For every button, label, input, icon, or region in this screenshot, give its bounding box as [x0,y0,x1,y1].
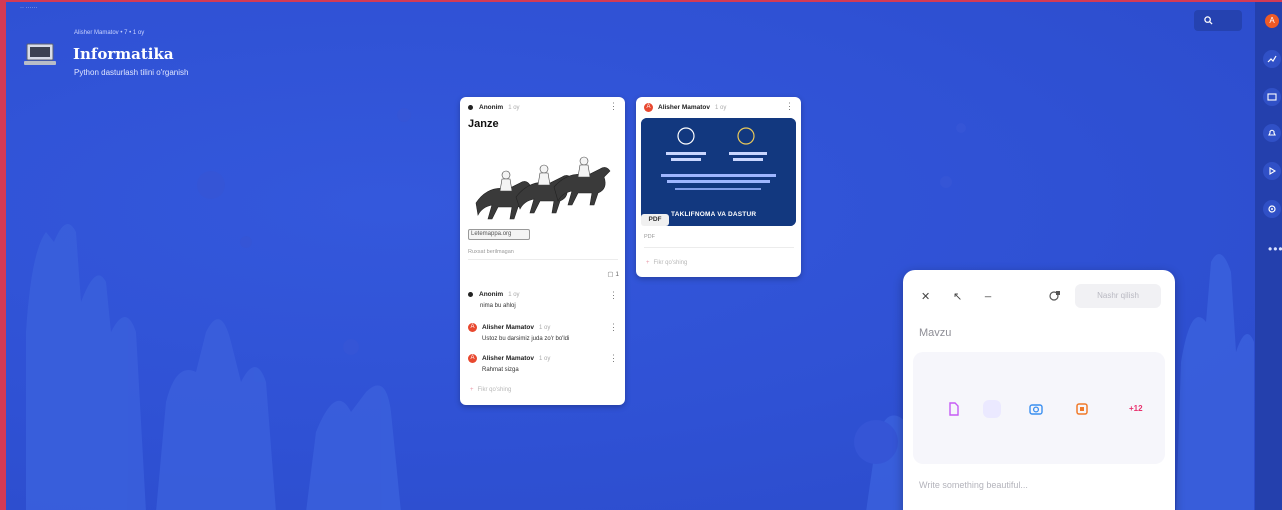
anonymous-avatar [468,292,473,297]
right-sidebar [1255,2,1282,510]
post-title: Janze [468,118,499,130]
horse-race-image[interactable] [468,145,618,225]
pdf-badge: PDF [641,214,669,226]
divider [468,259,618,260]
link-icon [1076,403,1088,415]
schedule-icon [1049,291,1060,301]
post-time: 1 oy [508,104,520,111]
user-avatar: A [468,323,477,332]
more-attachments-button[interactable]: +12 [1129,404,1143,413]
document-icon [949,402,959,416]
page-title: Informatika [73,45,174,63]
sidebar-play-button[interactable] [1263,162,1281,180]
publish-button[interactable]: Nashr qilish [1075,284,1161,308]
add-comment-placeholder: Fikr qo'shing [653,260,688,266]
comment-count-value: 1 [615,271,619,278]
padlet-board: ·· ······ Alisher Mamatov • 7 • 1 oy Inf… [0,0,1282,510]
post-menu-icon[interactable]: ⋮ [609,102,618,111]
attach-link-button[interactable] [1073,400,1091,418]
comment-menu-icon[interactable]: ⋮ [609,354,618,363]
add-comment-input[interactable]: + Fikr qo'shing [646,260,687,266]
post-author-row: Anonim 1 oy [468,104,520,111]
sidebar-trend-button[interactable] [1263,50,1281,68]
post-composer: ✕ ↖ _ Nashr qilish Mavzu +12 Write somet… [903,270,1175,510]
comment-menu-icon[interactable]: ⋮ [609,291,618,300]
close-icon[interactable]: ✕ [921,290,930,303]
comment-author: Alisher Mamatov [482,355,535,362]
slideshow-icon [1267,93,1277,101]
pdf-caption: PDF [644,234,655,240]
more-options-icon[interactable]: ••• [1268,242,1282,256]
user-avatar: A [468,354,477,363]
comment-text: Rahmat sizga [482,367,519,373]
comment-row: A Alisher Mamatov 1 oy [468,354,550,363]
comment-text: nima bu ahloj [480,303,516,309]
comment-author: Alisher Mamatov [482,324,535,331]
anonymous-avatar [468,105,473,110]
comment-row: A Alisher Mamatov 1 oy [468,323,550,332]
comment-row: Anonim 1 oy [468,291,520,298]
post-time: 1 oy [715,104,727,111]
attachment-panel: +12 [913,352,1165,464]
comment-time: 1 oy [508,291,520,298]
attach-document-button[interactable] [945,400,963,418]
user-avatar: A [644,103,653,112]
pdf-banner-text: TAKLIFNOMA VA DASTUR [671,211,757,218]
add-comment-placeholder: Fikr qo'shing [477,387,512,393]
page-subtitle: Python dasturlash tilini o'rganish [74,68,189,77]
comment-count[interactable]: ▢ 1 [607,270,619,278]
pdf-preview-image[interactable] [641,118,796,226]
window-label: ·· ······ [20,5,38,11]
attach-upload-button[interactable] [983,400,1001,418]
add-comment-input[interactable]: + Fikr qo'shing [470,387,511,393]
camera-icon [1029,404,1043,415]
comment-text: Ustoz bu darsimiz juda zo'r bo'ldi [482,336,570,342]
settings-icon[interactable] [1049,290,1061,305]
breadcrumb[interactable]: Alisher Mamatov • 7 • 1 oy [74,30,144,36]
search-icon [1204,16,1213,25]
laptop-icon [24,43,56,65]
plus-icon: + [646,260,650,266]
post-author: Alisher Mamatov [658,104,711,111]
post-card-janze[interactable]: Anonim 1 oy ⋮ Janze Letemappa.org Ruxsat… [460,97,625,405]
search-button[interactable] [1194,10,1242,31]
comment-menu-icon[interactable]: ⋮ [609,323,618,332]
comment-author: Anonim [479,291,504,298]
plus-icon: + [470,387,474,393]
attach-camera-button[interactable] [1027,400,1045,418]
post-author: Anonim [479,104,504,111]
comment-time: 1 oy [539,355,551,362]
pdf-cover-art [641,118,796,226]
expand-icon[interactable]: ↖ [953,290,962,303]
gear-icon [1268,205,1276,213]
play-icon [1269,167,1277,175]
comment-time: 1 oy [539,324,551,331]
sidebar-notify-button[interactable] [1263,124,1281,142]
post-menu-icon[interactable]: ⋮ [785,102,794,111]
link-caption: Ruxsat berilmagan [468,249,514,255]
sidebar-present-button[interactable] [1263,88,1281,106]
body-input[interactable]: Write something beautiful... [919,480,1028,490]
topic-input[interactable]: Mavzu [919,327,951,339]
trend-icon [1267,55,1277,63]
comment-icon: ▢ [607,271,614,278]
post-author-row: A Alisher Mamatov 1 oy [644,103,726,112]
sidebar-settings-button[interactable] [1263,200,1281,218]
minimize-icon[interactable]: _ [985,286,991,298]
bell-icon [1268,129,1276,136]
divider [644,247,794,248]
post-card-pdf[interactable]: A Alisher Mamatov 1 oy ⋮ PDF TAKLIFNOMA … [636,97,801,277]
link-preview-chip[interactable]: Letemappa.org [468,229,530,240]
user-avatar[interactable]: A [1265,14,1279,28]
